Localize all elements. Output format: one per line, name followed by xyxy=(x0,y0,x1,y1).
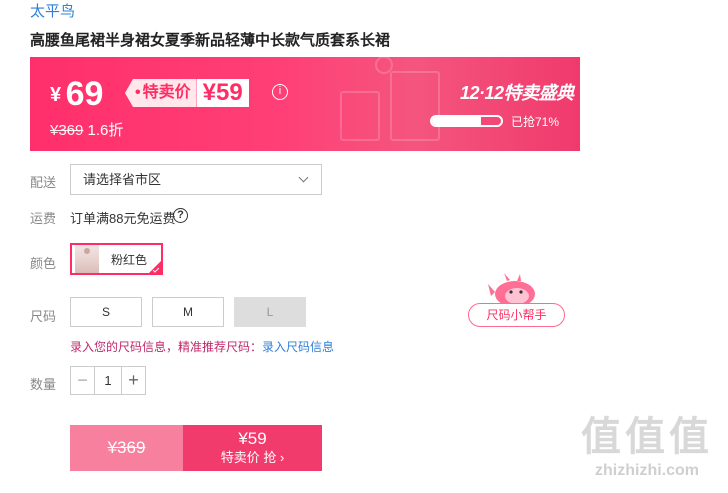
delivery-label: 配送 xyxy=(30,175,57,190)
quantity-stepper: − 1 + xyxy=(70,366,146,395)
chevron-down-icon xyxy=(298,172,309,183)
decrease-button[interactable]: − xyxy=(71,367,95,394)
size-helper-button[interactable]: 尺码小帮手 xyxy=(468,303,565,327)
watermark-url: zhizhizhi.com xyxy=(595,462,699,479)
info-icon[interactable]: i xyxy=(272,84,288,100)
sold-progress-fill xyxy=(432,117,481,125)
discount-label: 1.6折 xyxy=(87,122,124,139)
size-option-s[interactable]: S xyxy=(70,297,142,327)
shipping-text: 订单满88元免运费 xyxy=(70,211,176,226)
promo-banner: ¥ 69 特卖价 ¥59 i ¥369 1.6折 12·12特卖盛典 已抢71% xyxy=(30,57,580,151)
special-price-label: 特卖价 xyxy=(125,79,197,107)
brand-link[interactable]: 太平鸟 xyxy=(30,0,75,21)
product-title: 高腰鱼尾裙半身裙女夏季新品轻薄中长款气质套系长裙 xyxy=(30,32,391,49)
size-tip-text: 录入您的尺码信息，精准推荐尺码： xyxy=(70,340,263,354)
buy-now-button[interactable]: ¥59 特卖价 抢 › xyxy=(183,425,322,471)
watermark-logo: 值值值 xyxy=(581,415,713,459)
color-label: 颜色 xyxy=(30,256,57,271)
increase-button[interactable]: + xyxy=(121,367,145,394)
special-price-tag: 特卖价 ¥59 xyxy=(125,79,249,107)
original-price: ¥369 1.6折 xyxy=(50,119,123,140)
size-label: 尺码 xyxy=(30,309,57,324)
color-option-pink[interactable]: 粉红色 xyxy=(70,243,163,275)
promo-price: ¥ 69 xyxy=(50,75,103,114)
price-value: 69 xyxy=(65,75,104,113)
region-select-value: 请选择省市区 xyxy=(83,172,162,187)
original-price-value: ¥369 xyxy=(50,122,84,139)
original-price-button[interactable]: ¥369 xyxy=(70,425,183,471)
help-icon[interactable]: ? xyxy=(173,208,188,223)
sold-text: 已抢71% xyxy=(511,115,560,129)
currency-symbol: ¥ xyxy=(50,84,62,106)
quantity-value[interactable]: 1 xyxy=(95,367,121,394)
color-thumbnail xyxy=(75,245,99,273)
quantity-label: 数量 xyxy=(30,377,57,392)
color-option-label: 粉红色 xyxy=(111,252,148,267)
special-price-value: ¥59 xyxy=(196,79,249,107)
region-select[interactable]: 请选择省市区 xyxy=(70,164,322,195)
gift-box-decoration xyxy=(320,57,470,151)
sold-progress-bar xyxy=(430,115,503,127)
size-option-l[interactable]: L xyxy=(234,297,306,327)
enter-size-link[interactable]: 录入尺码信息 xyxy=(262,340,334,354)
buy-now-price: ¥59 xyxy=(238,429,267,448)
size-tip: 录入您的尺码信息，精准推荐尺码：录入尺码信息 xyxy=(70,338,334,355)
original-price-button-label: ¥369 xyxy=(107,438,146,457)
shipping-label: 运费 xyxy=(30,211,57,226)
size-option-m[interactable]: M xyxy=(152,297,224,327)
site-watermark: 值值值 zhizhizhi.com xyxy=(572,404,722,480)
buy-bar: ¥369 ¥59 特卖价 抢 › xyxy=(70,425,322,471)
event-title: 12·12特卖盛典 xyxy=(460,83,574,103)
buy-now-label: 特卖价 抢 › xyxy=(220,450,285,465)
